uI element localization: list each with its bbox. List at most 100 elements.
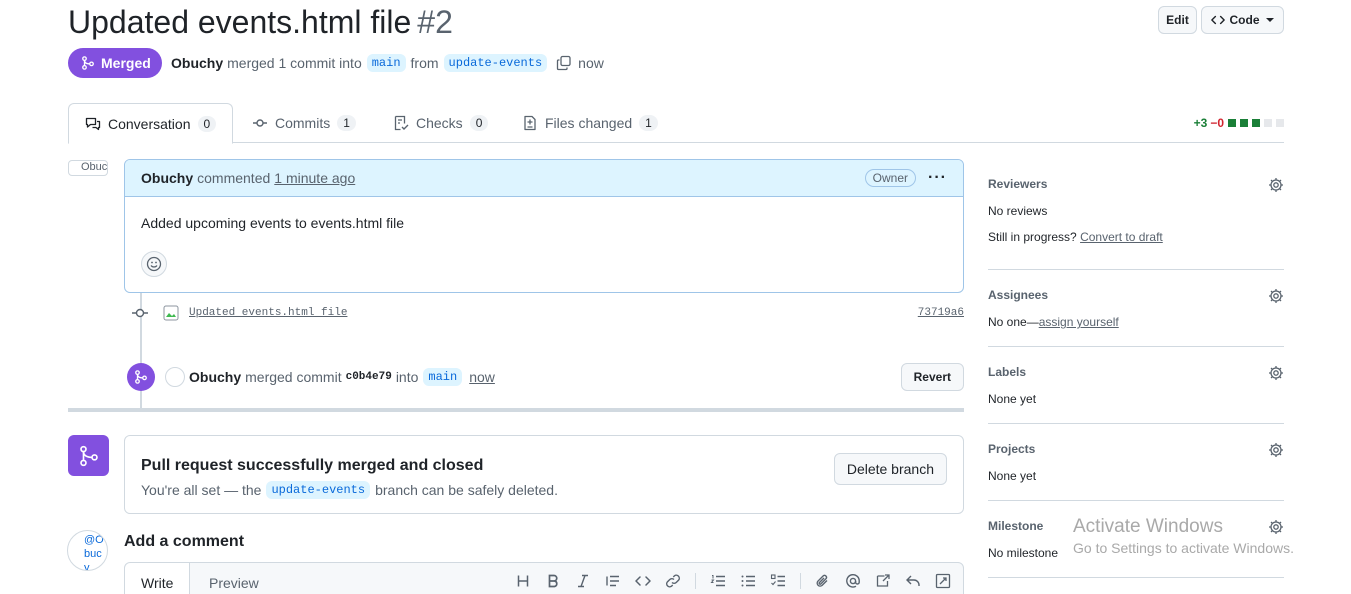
convert-to-draft-link[interactable]: Convert to draft	[1080, 230, 1163, 244]
owner-badge: Owner	[864, 169, 917, 187]
smiley-icon	[146, 256, 162, 272]
tab-conversation[interactable]: Conversation 0	[68, 103, 234, 144]
commit-sha[interactable]: 73719a6	[918, 307, 964, 319]
from-text: from	[410, 55, 439, 71]
gear-icon[interactable]	[1268, 365, 1284, 381]
gear-icon[interactable]	[1268, 288, 1284, 304]
diffstat-block	[1276, 119, 1284, 127]
comment-author[interactable]: Obuchy	[141, 170, 193, 186]
code-icon	[1210, 13, 1225, 27]
merge-event-time[interactable]: now	[469, 369, 495, 385]
caret-down-icon	[1265, 15, 1275, 25]
tab-label: Files changed	[545, 115, 633, 131]
delete-branch-button[interactable]: Delete branch	[833, 453, 947, 485]
italic-icon[interactable]	[575, 573, 591, 589]
comment-timestamp[interactable]: 1 minute ago	[274, 170, 355, 186]
code-label: Code	[1229, 13, 1260, 27]
diffstat-block	[1264, 119, 1272, 127]
reply-icon[interactable]	[905, 573, 921, 589]
edit-label: Edit	[1166, 13, 1189, 27]
diffstat-block	[1240, 119, 1248, 127]
merge-status-heading: Pull request successfully merged and clo…	[141, 457, 484, 474]
diffstat: +3 −0	[1194, 116, 1284, 130]
git-commit-icon	[130, 305, 150, 321]
heading-icon[interactable]	[515, 573, 531, 589]
code-button[interactable]: Code	[1201, 6, 1284, 34]
link-icon[interactable]	[665, 573, 681, 589]
avatar[interactable]: Obuchy	[68, 160, 108, 176]
diffstat-block	[1252, 119, 1260, 127]
git-commit-icon	[252, 115, 268, 131]
base-branch[interactable]: main	[423, 368, 463, 386]
bold-icon[interactable]	[545, 573, 561, 589]
sidebar-label[interactable]: Assignees	[988, 288, 1284, 302]
sidebar-divider	[988, 500, 1284, 501]
sidebar-assignees: Assignees No one—assign yourself	[988, 288, 1284, 329]
base-branch[interactable]: main	[366, 54, 406, 72]
head-branch[interactable]: update-events	[443, 54, 548, 72]
sidebar-divider	[988, 346, 1284, 347]
quote-icon[interactable]	[605, 573, 621, 589]
toolbar-divider	[695, 573, 696, 589]
sidebar-divider	[988, 423, 1284, 424]
markdown-toolbar	[515, 573, 951, 589]
preview-label: Preview	[209, 575, 259, 591]
gear-icon[interactable]	[1268, 442, 1284, 458]
avatar-alt-line: buc	[84, 548, 102, 560]
code-icon[interactable]	[635, 573, 651, 589]
fullscreen-icon[interactable]	[935, 573, 951, 589]
no-one-text: No one—	[988, 315, 1039, 329]
add-reaction-button[interactable]	[141, 251, 167, 277]
tab-label: Conversation	[108, 115, 191, 132]
sidebar-label[interactable]: Labels	[988, 365, 1284, 379]
merge-event: Obuchy merged commit c0b4e79 into main n…	[127, 362, 964, 392]
gear-icon[interactable]	[1268, 177, 1284, 193]
sidebar-label[interactable]: Reviewers	[988, 177, 1284, 191]
avatar-alt-line: y	[84, 562, 90, 571]
commit-message[interactable]: Updated events.html file	[189, 307, 347, 319]
kebab-menu-icon[interactable]: ···	[928, 170, 947, 186]
merge-status-box: Pull request successfully merged and clo…	[124, 435, 964, 514]
mention-icon[interactable]	[845, 573, 861, 589]
cross-reference-icon[interactable]	[875, 573, 891, 589]
checklist-icon	[393, 115, 409, 131]
author-link[interactable]: Obuchy	[171, 55, 223, 71]
merge-action: merged commit	[245, 369, 342, 385]
edit-button[interactable]: Edit	[1158, 6, 1197, 34]
revert-label: Revert	[913, 370, 951, 384]
tab-commits[interactable]: Commits 1	[252, 103, 356, 143]
comment-action: commented	[197, 170, 271, 186]
page-title: Updated events.html file #2	[68, 2, 453, 42]
diffstat-block	[1228, 119, 1236, 127]
deletions-count: −0	[1210, 116, 1224, 130]
tab-checks[interactable]: Checks 0	[393, 103, 489, 143]
comment-body: Added upcoming events to events.html fil…	[141, 215, 405, 231]
assign-yourself-link[interactable]: assign yourself	[1039, 315, 1119, 329]
tab-files-changed[interactable]: Files changed 1	[522, 103, 658, 143]
revert-button[interactable]: Revert	[900, 363, 964, 391]
git-merge-icon	[81, 56, 95, 70]
merge-author[interactable]: Obuchy	[189, 369, 241, 385]
merge-commit-sha[interactable]: c0b4e79	[346, 371, 392, 383]
avatar[interactable]: @O buc y	[67, 530, 108, 571]
comment-discussion-icon	[85, 116, 101, 132]
tab-write[interactable]: Write	[125, 563, 191, 594]
timeline-end-divider	[68, 408, 964, 412]
sidebar-divider	[988, 269, 1284, 270]
paperclip-icon[interactable]	[815, 573, 831, 589]
avatar[interactable]	[165, 367, 185, 387]
head-branch[interactable]: update-events	[266, 481, 371, 499]
sidebar-label[interactable]: Projects	[988, 442, 1284, 456]
merge-status-sub: You're all set — the update-events branc…	[141, 481, 558, 499]
tab-preview[interactable]: Preview	[209, 563, 259, 594]
ordered-list-icon[interactable]	[710, 573, 726, 589]
sidebar-value: None yet	[988, 469, 1037, 483]
tab-count: 1	[639, 115, 658, 131]
task-list-icon[interactable]	[770, 573, 786, 589]
sidebar-reviewers: Reviewers No reviews Still in progress? …	[988, 177, 1284, 244]
delete-branch-label: Delete branch	[846, 461, 934, 477]
unordered-list-icon[interactable]	[740, 573, 756, 589]
comment-editor: Write Preview	[124, 562, 964, 594]
copy-icon[interactable]	[556, 55, 572, 71]
sidebar-labels: Labels None yet	[988, 365, 1284, 406]
